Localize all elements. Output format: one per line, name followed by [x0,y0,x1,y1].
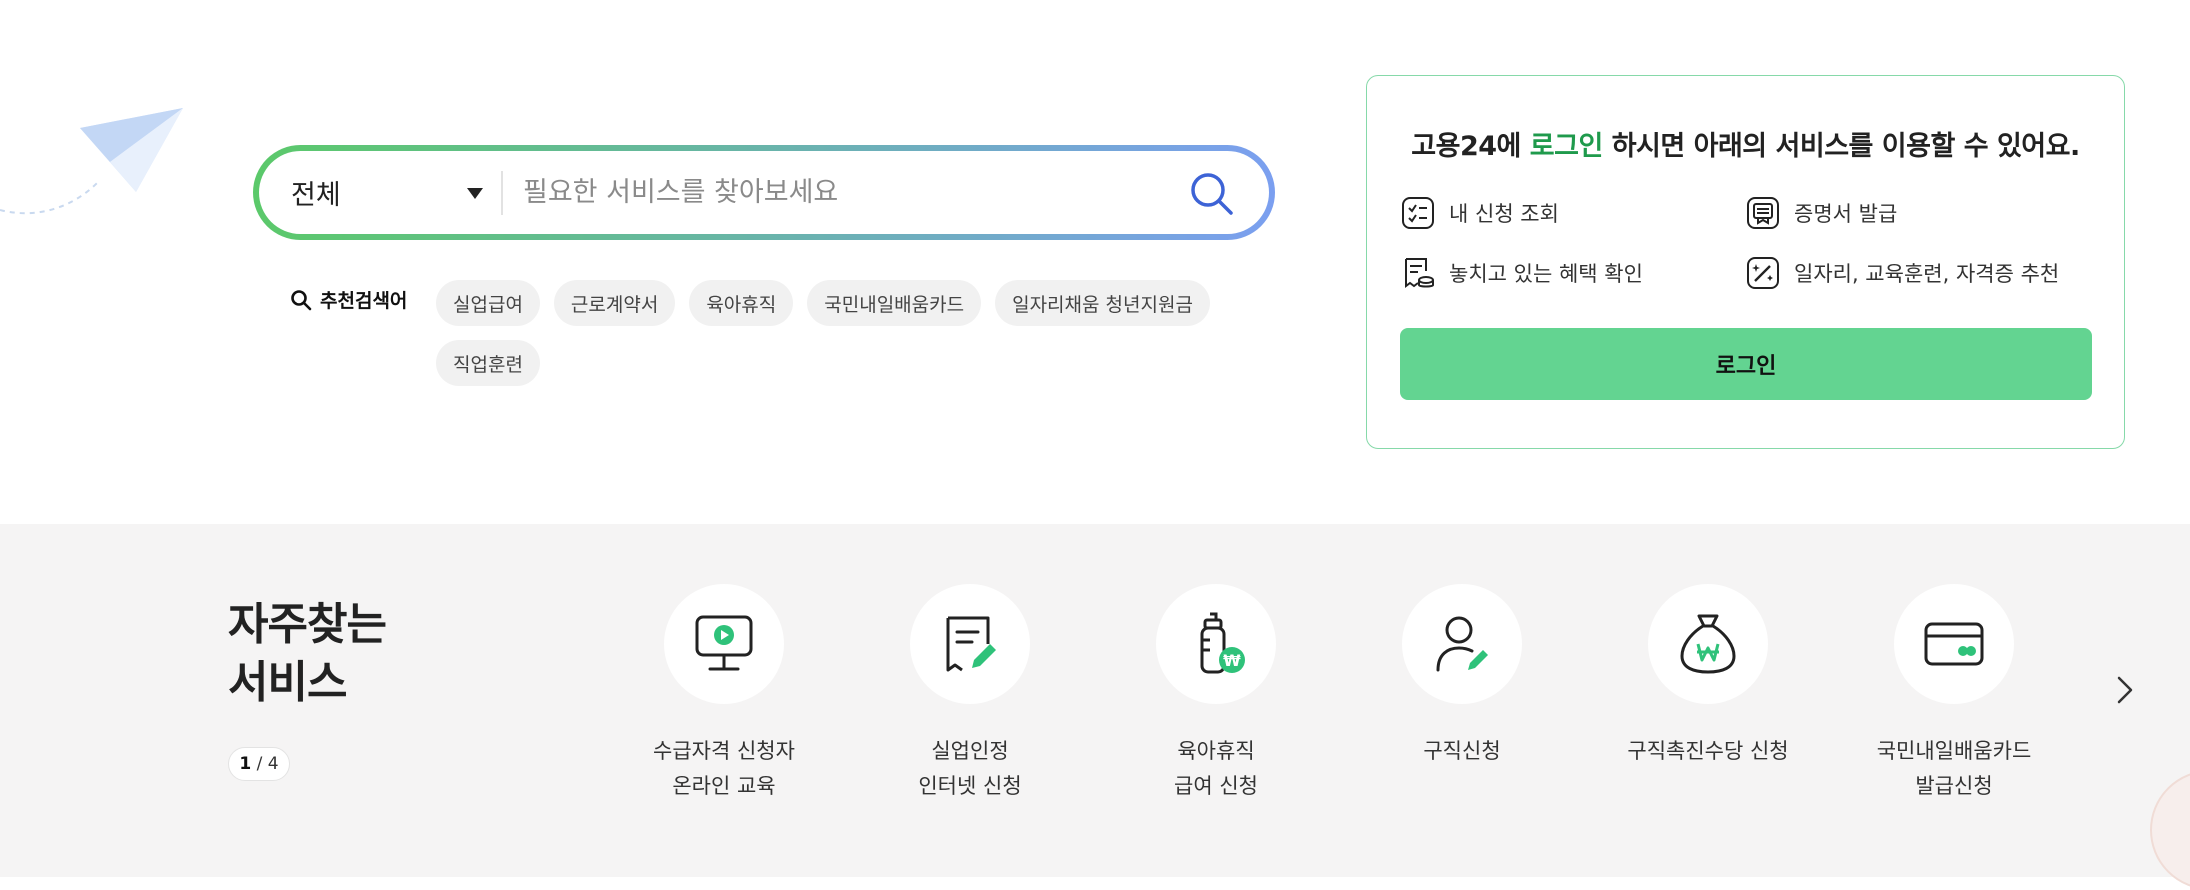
service-label-line2: 인터넷 신청 [918,774,1022,798]
service-label-line1: 구직촉진수당 신청 [1627,739,1789,763]
card-icon [1924,622,1984,666]
service-label: 증명서 발급 [1794,202,1898,226]
chevron-right-icon[interactable] [2110,672,2140,708]
category-select[interactable]: 전체 [259,151,499,234]
pager-total: 4 [267,754,279,774]
svg-text:₩: ₩ [1223,651,1241,670]
search-icon [1191,172,1233,215]
magic-wand-icon [1747,257,1779,289]
service-label: 구직신청 [1423,734,1500,769]
search-section: 전체 추천검색어 실업급여 근로계약서 육아휴직 국민 [0,0,2190,524]
keyword-chips: 실업급여 근로계약서 육아휴직 국민내일배움카드 일자리채움 청년지원금 직업훈… [436,280,1266,386]
service-label: 일자리, 교육훈련, 자격증 추천 [1794,262,2060,286]
checklist-icon [1402,197,1434,229]
service-missed-benefits: 놓치고 있는 혜택 확인 [1401,256,1643,290]
login-card-title: 고용24에 로그인 하시면 아래의 서비스를 이용할 수 있어요. [1367,124,2124,163]
recommended-label-text: 추천검색어 [320,290,408,312]
certificate-icon [1747,197,1779,229]
login-card: 고용24에 로그인 하시면 아래의 서비스를 이용할 수 있어요. 내 신청 조… [1366,75,2125,449]
service-icon-circle [1648,584,1768,704]
search-bar-inner: 전체 [259,151,1269,234]
person-edit-icon [1436,616,1488,672]
login-title-suffix: 하시면 아래의 서비스를 이용할 수 있어요. [1602,131,2081,162]
keyword-chip[interactable]: 직업훈련 [436,340,540,386]
pager-indicator: 1 / 4 [228,747,290,781]
pager-current: 1 [239,754,252,774]
recommended-label: 추천검색어 [290,286,407,313]
service-label: 놓치고 있는 혜택 확인 [1449,262,1643,286]
login-button[interactable]: 로그인 [1400,328,2092,400]
service-label-line1: 구직신청 [1423,739,1501,763]
service-my-applications: 내 신청 조회 [1401,196,1559,230]
frequent-service-unemployment-recognition[interactable]: 실업인정 인터넷 신청 [870,584,1070,804]
service-label-line2: 온라인 교육 [672,774,776,798]
keyword-chip[interactable]: 육아휴직 [689,280,794,326]
service-label-line1: 국민내일배움카드 [1876,739,2032,763]
search-input[interactable] [503,151,1181,234]
service-icon-circle [1894,584,2014,704]
service-label: 국민내일배움카드 발급신청 [1877,734,2032,804]
keyword-chip[interactable]: 실업급여 [436,280,540,326]
service-label: 구직촉진수당 신청 [1627,734,1788,769]
search-button[interactable] [1181,163,1241,223]
service-label-line1: 수급자격 신청자 [653,739,795,763]
search-icon [291,289,312,310]
baby-bottle-won-icon: ₩ [1200,612,1245,674]
frequent-service-online-education[interactable]: 수급자격 신청자 온라인 교육 [624,584,824,804]
login-title-prefix: 고용24에 [1411,131,1530,162]
frequent-services-title: 자주찾는 서비스 [228,596,387,712]
money-bag-won-icon [1680,614,1736,674]
service-recommendations: 일자리, 교육훈련, 자격증 추천 [1746,256,2059,290]
keyword-chip[interactable]: 근로계약서 [553,280,676,326]
keyword-chip[interactable]: 국민내일배움카드 [807,280,982,326]
service-icon-circle: ₩ [1156,584,1276,704]
keyword-chip[interactable]: 일자리채움 청년지원금 [995,280,1210,326]
search-bar: 전체 [253,145,1275,240]
paper-plane-icon [0,108,183,215]
service-label-line1: 육아휴직 [1177,739,1255,763]
frequent-service-parental-leave[interactable]: ₩ 육아휴직 급여 신청 [1116,584,1316,804]
document-edit-icon [946,616,996,672]
service-label: 실업인정 인터넷 신청 [918,734,1021,804]
login-title-highlight: 로그인 [1529,131,1604,162]
service-label: 수급자격 신청자 온라인 교육 [653,734,795,804]
service-label: 육아휴직 급여 신청 [1174,734,1258,804]
service-icon-circle [664,584,784,704]
frequent-service-job-application[interactable]: 구직신청 [1362,584,1562,769]
frequent-title-line1: 자주찾는 [228,599,387,650]
caret-down-icon [467,187,483,199]
category-select-value: 전체 [291,180,341,211]
service-label-line2: 발급신청 [1915,774,1993,798]
service-certificate: 증명서 발급 [1746,196,1897,230]
service-label-line1: 실업인정 [931,739,1009,763]
frequent-service-learning-card[interactable]: 국민내일배움카드 발급신청 [1854,584,2054,804]
service-icon-circle [1402,584,1522,704]
service-label: 내 신청 조회 [1449,202,1559,226]
service-label-line2: 급여 신청 [1174,774,1258,798]
pager-separator: / [251,754,268,774]
monitor-play-icon [695,615,753,671]
frequent-title-line2: 서비스 [228,657,347,708]
service-icon-circle [910,584,1030,704]
frequent-service-job-promotion-allowance[interactable]: 구직촉진수당 신청 [1608,584,1808,769]
receipt-coin-icon [1405,258,1434,288]
